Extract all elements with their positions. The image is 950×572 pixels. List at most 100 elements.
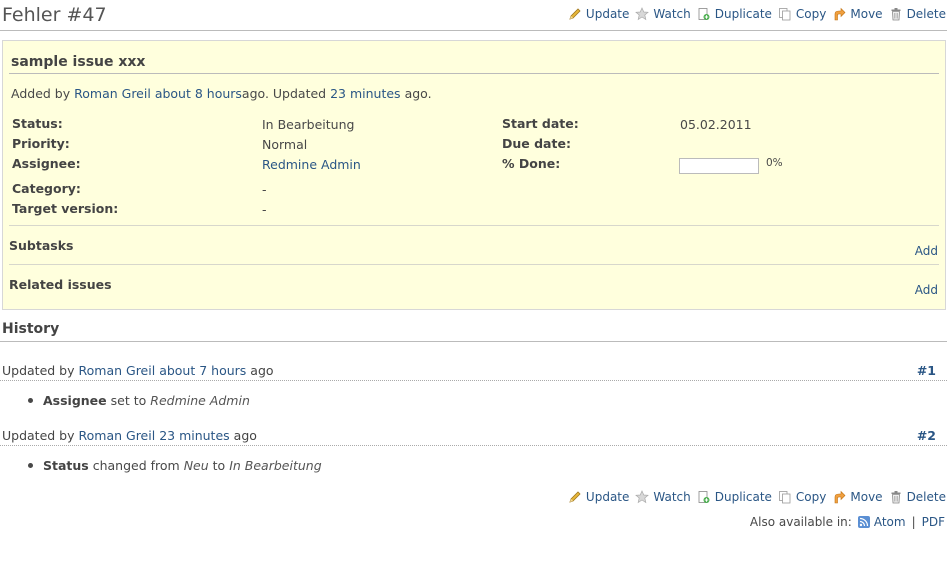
journal-divider (0, 380, 947, 381)
star-icon (635, 490, 650, 504)
update-button[interactable]: Update (568, 490, 629, 504)
watch-button[interactable]: Watch (635, 7, 691, 21)
duplicate-label: Duplicate (714, 7, 772, 21)
watch-label: Watch (653, 7, 691, 21)
journal-time-link[interactable]: 23 minutes (159, 428, 229, 443)
author-link[interactable]: Roman Greil (74, 86, 151, 101)
status-label: Status: (12, 116, 63, 131)
move-arrow-icon (832, 490, 846, 504)
subtasks-divider (9, 225, 939, 226)
done-label: % Done: (502, 156, 561, 171)
detail-verb: changed from (92, 458, 180, 473)
copy-icon (778, 7, 792, 21)
target-version-label: Target version: (12, 201, 119, 216)
add-related-link[interactable]: Add (915, 283, 938, 297)
move-label: Move (850, 7, 883, 21)
copy-label: Copy (795, 7, 827, 21)
history-divider (0, 341, 947, 342)
start-date-label: Start date: (502, 116, 579, 131)
related-divider (9, 264, 939, 265)
update-label: Update (585, 7, 630, 21)
move-button[interactable]: Move (832, 7, 883, 21)
issue-author-line: Added by Roman Greil about 8 hoursago. U… (11, 86, 432, 101)
subject-divider (9, 73, 939, 74)
also-available-label: Also available in: (749, 515, 852, 529)
add-subtask-link[interactable]: Add (915, 244, 938, 258)
pencil-icon (568, 490, 582, 504)
detail-old-value: Neu (183, 458, 209, 473)
header-divider (0, 30, 947, 31)
other-formats: Also available in: Atom | PDF (750, 515, 945, 529)
added-by-text: Added by (11, 86, 71, 101)
detail-new-value: In Bearbeitung (229, 458, 322, 473)
journal-header: Updated by Roman Greil about 7 hours ago (2, 363, 274, 378)
done-progress-bar (679, 158, 759, 174)
delete-label: Delete (906, 7, 946, 21)
added-time-link[interactable]: about 8 hours (155, 86, 242, 101)
move-arrow-icon (832, 7, 846, 21)
format-separator: | (911, 515, 916, 529)
feed-icon (857, 516, 870, 528)
duplicate-icon (697, 490, 711, 504)
updated-suffix: ago. (404, 86, 432, 101)
pdf-link[interactable]: PDF (922, 515, 945, 529)
priority-label: Priority: (12, 136, 70, 151)
journal-detail: Assignee set to Redmine Admin (28, 393, 250, 408)
due-date-label: Due date: (502, 136, 571, 151)
copy-button[interactable]: Copy (778, 7, 826, 21)
atom-link[interactable]: Atom (857, 515, 906, 529)
update-label: Update (585, 490, 630, 504)
category-label: Category: (12, 181, 81, 196)
journal-divider (0, 445, 947, 446)
target-version-value: - (262, 202, 267, 217)
journal-author-link[interactable]: Roman Greil (79, 428, 156, 443)
watch-button[interactable]: Watch (635, 490, 691, 504)
update-button[interactable]: Update (568, 7, 629, 21)
issue-details-box: sample issue xxx Added by Roman Greil ab… (2, 40, 946, 310)
journal-detail: Status changed from Neu to In Bearbeitun… (28, 458, 322, 473)
category-value: - (262, 182, 267, 197)
related-issues-title: Related issues (9, 277, 112, 292)
journal-suffix: ago (233, 428, 257, 443)
move-label: Move (850, 490, 883, 504)
bottom-toolbar: Update Watch Duplicate Copy Move Delete (568, 490, 946, 504)
duplicate-icon (697, 7, 711, 21)
status-value: In Bearbeitung (262, 117, 355, 132)
journal-number-link[interactable]: #2 (917, 428, 936, 443)
journal-number-link[interactable]: #1 (917, 363, 936, 378)
pencil-icon (568, 7, 582, 21)
detail-field: Assignee (43, 393, 107, 408)
bullet-icon (28, 463, 33, 468)
top-toolbar: Update Watch Duplicate Copy Move Delete (568, 7, 946, 21)
duplicate-label: Duplicate (714, 490, 772, 504)
assignee-link[interactable]: Redmine Admin (262, 157, 361, 172)
page-title: Fehler #47 (2, 4, 107, 26)
done-percent: 0% (766, 157, 783, 169)
subtasks-title: Subtasks (9, 238, 74, 253)
detail-to: to (212, 458, 226, 473)
detail-new-value: Redmine Admin (150, 393, 250, 408)
journal-time-link[interactable]: about 7 hours (159, 363, 246, 378)
assignee-label: Assignee: (12, 156, 81, 171)
journal-header: Updated by Roman Greil 23 minutes ago (2, 428, 257, 443)
detail-verb: set to (110, 393, 147, 408)
delete-button[interactable]: Delete (889, 490, 946, 504)
journal-suffix: ago (250, 363, 274, 378)
journal-author-link[interactable]: Roman Greil (79, 363, 156, 378)
copy-button[interactable]: Copy (778, 490, 826, 504)
star-icon (635, 7, 650, 21)
move-button[interactable]: Move (832, 490, 883, 504)
trash-icon (889, 7, 903, 21)
trash-icon (889, 490, 903, 504)
detail-field: Status (43, 458, 89, 473)
issue-subject: sample issue xxx (11, 54, 146, 70)
duplicate-button[interactable]: Duplicate (697, 7, 772, 21)
history-title: History (2, 321, 60, 337)
delete-button[interactable]: Delete (889, 7, 946, 21)
watch-label: Watch (653, 490, 691, 504)
priority-value: Normal (262, 137, 308, 152)
duplicate-button[interactable]: Duplicate (697, 490, 772, 504)
updated-time-link[interactable]: 23 minutes (330, 86, 400, 101)
copy-label: Copy (795, 490, 827, 504)
journal-prefix: Updated by (2, 363, 75, 378)
